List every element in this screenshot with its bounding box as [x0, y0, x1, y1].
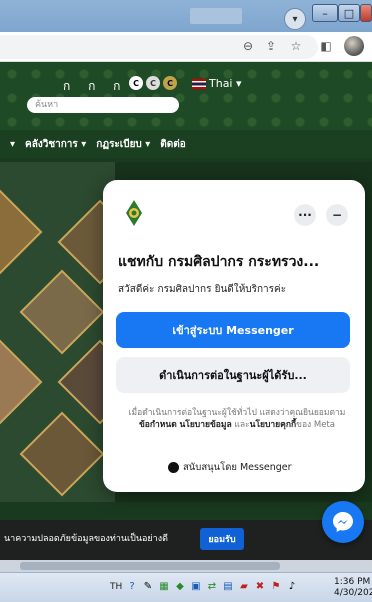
help-icon[interactable]: ? — [126, 580, 138, 592]
thai-flag-icon — [192, 79, 206, 89]
zoom-icon[interactable]: ⊖ — [240, 38, 256, 54]
main-nav: ▾ คลังวิชาการ ▾ กฏระเบียบ ▾ ติดต่อ — [0, 130, 372, 158]
powered-by-text: สนับสนุนโดย Messenger — [183, 462, 292, 473]
hero-image-collage — [0, 162, 115, 502]
avatar[interactable] — [344, 36, 364, 56]
scrollbar-thumb[interactable] — [20, 562, 280, 570]
powered-by-messenger: สนับสนุนโดย Messenger — [168, 460, 292, 475]
disclaimer-text: เมื่อดำเนินการต่อในฐานะผู้ใช้ทั่วไป แสดง… — [128, 408, 346, 418]
clock-date: 4/30/2023 — [334, 588, 372, 598]
input-language[interactable]: TH — [110, 582, 122, 592]
collage-image — [0, 189, 43, 275]
contrast-yellow-button[interactable]: C — [163, 76, 177, 90]
maximize-button[interactable]: □ — [338, 4, 360, 22]
collage-image — [0, 339, 43, 425]
clock-time: 1:36 PM — [334, 577, 371, 587]
language-label: Thai — [209, 77, 233, 90]
language-selector[interactable]: Thai ▾ — [209, 77, 242, 90]
transfer-icon[interactable]: ⇄ — [206, 580, 218, 592]
cookie-policy-link[interactable]: นโยบายคุกกี้ — [250, 420, 296, 430]
monitor-icon[interactable]: ▣ — [190, 580, 202, 592]
more-options-button[interactable]: ··· — [294, 204, 316, 226]
chat-title: แชทกับ กรมศิลปากร กระทรวง... — [118, 254, 320, 270]
collage-image — [19, 411, 105, 497]
taskbar — [0, 572, 372, 602]
app-icon[interactable]: ◆ — [174, 580, 186, 592]
disclaimer-text: และ — [231, 420, 250, 430]
profile-dropdown-icon[interactable]: ▾ — [284, 8, 306, 30]
nav-item-academic[interactable]: คลังวิชาการ ▾ — [25, 137, 86, 152]
battery-icon[interactable]: ▰ — [238, 580, 250, 592]
star-icon[interactable]: ☆ — [288, 38, 304, 54]
contrast-gray-button[interactable]: C — [146, 76, 160, 90]
volume-icon[interactable]: ♪ — [286, 580, 298, 592]
messenger-login-button[interactable]: เข้าสู่ระบบ Messenger — [116, 312, 350, 348]
sidebar-icon[interactable]: ◧ — [318, 38, 334, 54]
close-button[interactable] — [360, 4, 372, 22]
collage-image — [19, 269, 105, 355]
flag-icon[interactable]: ⚑ — [270, 580, 282, 592]
guest-disclaimer: เมื่อดำเนินการต่อในฐานะผู้ใช้ทั่วไป แสดง… — [126, 407, 348, 431]
continue-as-guest-button[interactable]: ดำเนินการต่อในฐานะผู้ได้รับ... — [116, 357, 350, 393]
fine-arts-logo-icon — [126, 200, 142, 226]
terms-link[interactable]: ข้อกำหนด — [139, 420, 177, 430]
nav-item-regulations[interactable]: กฏระเบียบ ▾ — [96, 137, 150, 152]
contrast-normal-button[interactable]: C — [129, 76, 143, 90]
greeting-text: สวัสดีค่ะ กรมศิลปากร ยินดีให้บริการค่ะ — [118, 284, 287, 295]
nav-item-dropdown[interactable]: ▾ — [10, 139, 15, 150]
system-clock[interactable]: 1:36 PM 4/30/2023 — [334, 577, 372, 599]
search-input[interactable]: ค้นหา — [27, 97, 179, 113]
cookie-text: นาความปลอดภัยข้อมูลของท่านเป็นอย่างดี — [4, 534, 168, 544]
minimize-chat-button[interactable]: − — [326, 204, 348, 226]
security-icon[interactable]: ✖ — [254, 580, 266, 592]
share-icon[interactable]: ⇪ — [263, 38, 279, 54]
network-icon[interactable]: ▦ — [158, 580, 170, 592]
accept-cookies-button[interactable]: ยอมรับ — [200, 528, 244, 550]
window-title — [190, 8, 242, 24]
pen-icon[interactable]: ✎ — [142, 580, 154, 592]
messenger-icon — [333, 512, 353, 532]
minimize-button[interactable]: – — [312, 4, 338, 22]
data-policy-link[interactable]: นโยบายข้อมูล — [179, 420, 231, 430]
messenger-chat-button[interactable] — [322, 501, 364, 543]
display-icon[interactable]: ▤ — [222, 580, 234, 592]
font-size-controls[interactable]: ก ก ก — [63, 77, 127, 96]
nav-item-contact[interactable]: ติดต่อ — [160, 137, 186, 152]
disclaimer-text: ของ Meta — [296, 420, 336, 430]
messenger-icon — [168, 462, 179, 473]
